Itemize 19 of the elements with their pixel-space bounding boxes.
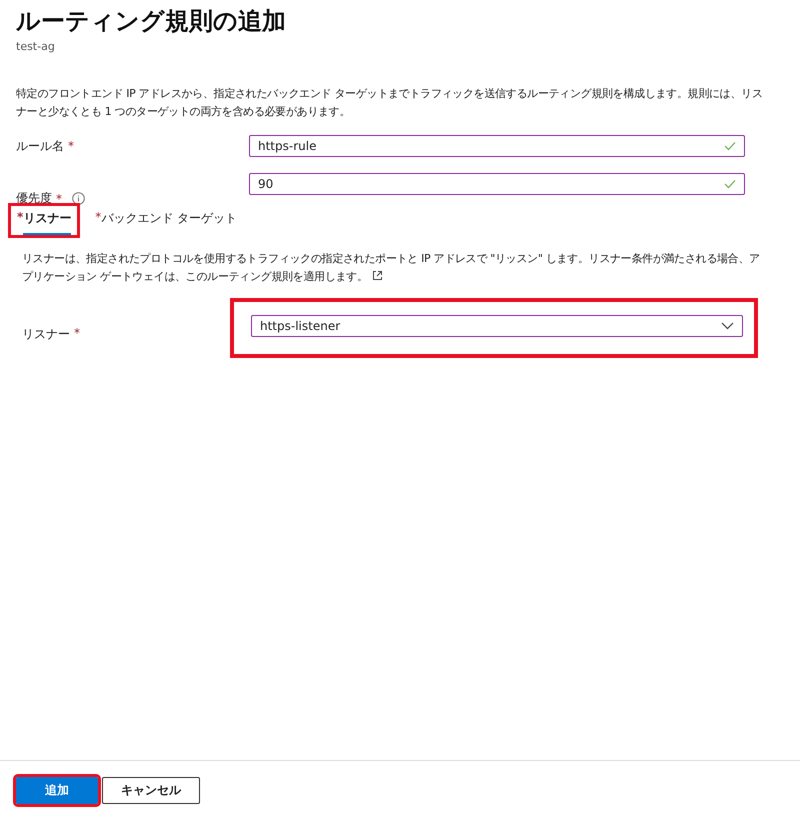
description-text: 特定のフロントエンド IP アドレスから、指定されたバックエンド ターゲットまでトラフィックを送信するルーティング規則を構成します。規則には、リスナーと少なくとも 1 つのターゲットの両方を含める必要があります。 xyxy=(16,86,764,120)
info-icon[interactable] xyxy=(72,192,85,205)
cancel-button[interactable]: キャンセル xyxy=(102,777,200,804)
listener-dropdown[interactable]: https-listener xyxy=(251,315,743,337)
tab[interactable]: *リスナー xyxy=(8,203,80,238)
text-field[interactable]: https-rule xyxy=(249,135,745,157)
add-button[interactable]: 追加 xyxy=(16,777,98,804)
external-link-icon[interactable] xyxy=(372,270,383,281)
required-mark: * xyxy=(68,139,74,153)
field-label: ルール名 xyxy=(16,138,64,154)
tab[interactable]: *バックエンド ターゲット xyxy=(86,203,246,238)
resource-name: test-ag xyxy=(16,40,55,53)
text-field[interactable]: 90 xyxy=(249,173,745,195)
chevron-down-icon xyxy=(721,322,734,330)
field-label: リスナー xyxy=(22,326,70,342)
page-title: ルーティング規則の追加 xyxy=(16,6,287,36)
required-mark: * xyxy=(74,326,80,342)
required-mark: * xyxy=(56,192,62,206)
listener-description: リスナーは、指定されたプロトコルを使用するトラフィックの指定されたポートと IP アドレスで "リッスン" します。リスナー条件が満たされる場合、アプリケーション ゲートウェイは、このルーティング規則を適用します。 xyxy=(22,251,760,285)
